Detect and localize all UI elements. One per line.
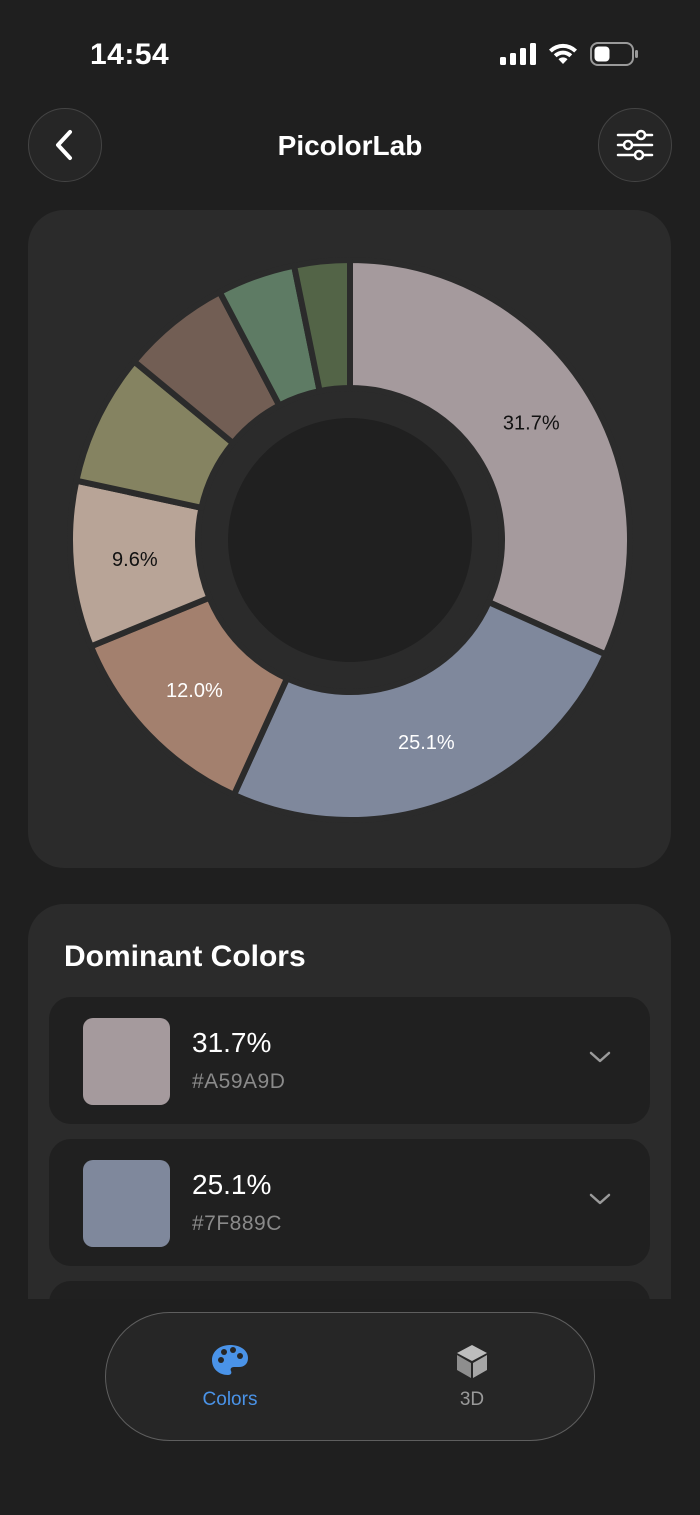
dominant-colors-card: Dominant Colors 31.7% #A59A9D 25.1% #7F8… (28, 904, 671, 1299)
color-swatch (83, 1160, 170, 1247)
donut-center (228, 418, 472, 662)
color-percent: 31.7% (192, 1027, 272, 1058)
color-swatch (83, 1018, 170, 1105)
chevron-down-icon[interactable] (588, 1049, 612, 1065)
cellular-signal-icon (500, 43, 536, 65)
slice-label: 25.1% (398, 732, 455, 754)
color-percent: 25.1% (192, 1169, 272, 1200)
palette-icon (212, 1345, 248, 1375)
filter-settings-button[interactable] (598, 108, 672, 182)
section-title: Dominant Colors (64, 940, 306, 973)
sliders-icon (616, 129, 654, 161)
tab-3d[interactable]: 3D (387, 1313, 557, 1439)
status-bar: 14:54 (0, 0, 700, 110)
tab-colors[interactable]: Colors (145, 1313, 315, 1439)
battery-icon (590, 42, 638, 66)
color-row-partial[interactable] (49, 1281, 650, 1299)
color-row[interactable]: 25.1% #7F889C (49, 1139, 650, 1266)
donut-chart: 31.7% 25.1% 12.0% 9.6% (67, 257, 633, 823)
chart-card: 31.7% 25.1% 12.0% 9.6% (28, 210, 671, 868)
page-title: PicolorLab (277, 130, 423, 161)
color-hex: #A59A9D (192, 1070, 286, 1093)
status-icons (500, 42, 638, 66)
slice-label: 31.7% (503, 413, 560, 435)
navigation-bar: PicolorLab (0, 106, 700, 186)
slice-label: 9.6% (112, 549, 158, 571)
color-row[interactable]: 31.7% #A59A9D (49, 997, 650, 1124)
tab-label: 3D (459, 1389, 485, 1410)
tab-label: Colors (202, 1389, 258, 1410)
chevron-down-icon[interactable] (588, 1191, 612, 1207)
cube-icon (457, 1345, 487, 1378)
wifi-icon (549, 43, 577, 64)
tab-bar: Colors 3D (105, 1312, 595, 1441)
status-time: 14:54 (90, 38, 170, 71)
color-hex: #7F889C (192, 1212, 282, 1235)
slice-label: 12.0% (166, 680, 223, 702)
